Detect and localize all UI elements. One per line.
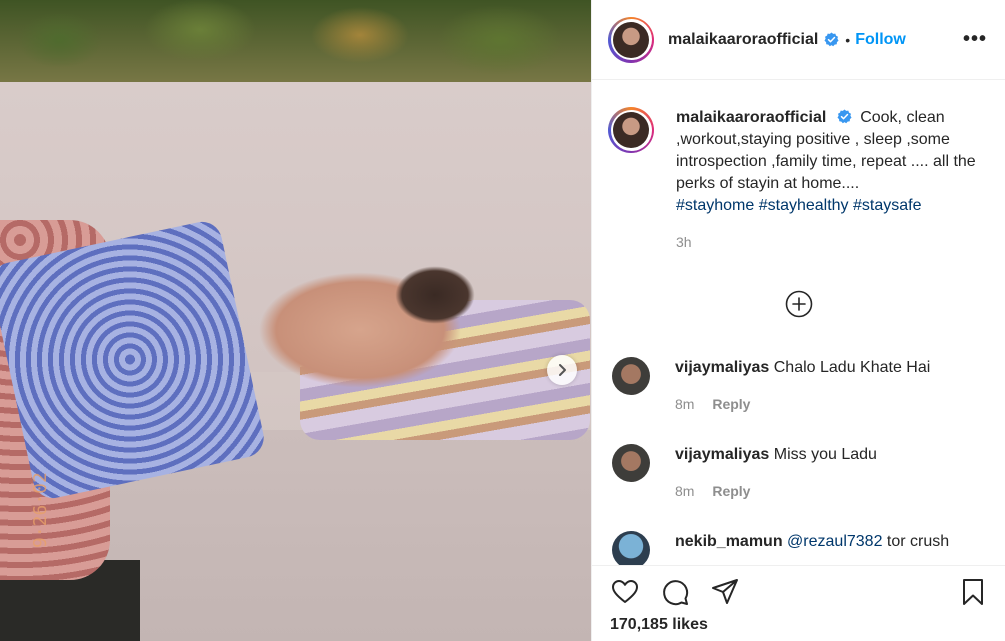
- photo-background-foliage: [0, 0, 591, 90]
- comment-text: Chalo Ladu Khate Hai: [773, 359, 931, 376]
- add-circle-icon[interactable]: [785, 290, 813, 318]
- comment-timestamp: 8m: [675, 483, 695, 499]
- post-photo[interactable]: 9·26·02: [0, 0, 591, 641]
- post-actions-bar: 170,185 likes: [592, 565, 1005, 641]
- comment-mention[interactable]: @rezaul7382: [787, 533, 882, 550]
- post-header: malaikaaroraofficial • Follow •••: [592, 0, 1005, 80]
- verified-badge-icon: [837, 109, 852, 124]
- caption-author-avatar[interactable]: [608, 107, 654, 153]
- commenter-avatar[interactable]: [612, 531, 650, 565]
- header-separator: •: [845, 31, 851, 48]
- carousel-next-button[interactable]: [547, 355, 577, 385]
- commenter-username[interactable]: nekib_mamun: [675, 533, 783, 550]
- caption-text-block: malaikaaroraofficial Cook, clean ,workou…: [676, 107, 990, 253]
- commenter-username[interactable]: vijaymaliyas: [675, 446, 769, 463]
- photo-date-stamp: 9·26·02: [30, 472, 51, 548]
- comment-icon[interactable]: [660, 577, 690, 607]
- bookmark-icon[interactable]: [958, 577, 988, 607]
- reply-button[interactable]: Reply: [712, 396, 750, 412]
- commenter-username[interactable]: vijaymaliyas: [675, 359, 769, 376]
- comment-item: vijaymaliyas Chalo Ladu Khate Hai 8m Rep…: [608, 357, 930, 415]
- caption-timestamp[interactable]: 3h: [676, 231, 990, 253]
- share-icon[interactable]: [710, 577, 740, 607]
- follow-button[interactable]: Follow: [855, 31, 906, 49]
- caption-username[interactable]: malaikaaroraofficial: [676, 109, 826, 126]
- comment-item: nekib_mamun @rezaul7382 tor crush: [608, 531, 949, 565]
- chevron-right-icon: [559, 364, 566, 376]
- comment-text: tor crush: [886, 533, 950, 550]
- comment-item: vijaymaliyas Miss you Ladu 8m Reply: [608, 444, 877, 502]
- hashtag-link[interactable]: #stayhome: [676, 197, 754, 214]
- photo-hair: [380, 255, 490, 335]
- author-username[interactable]: malaikaaroraofficial: [668, 31, 818, 49]
- post-details-panel: malaikaaroraofficial • Follow ••• malaik…: [591, 0, 1005, 641]
- post-caption: malaikaaroraofficial Cook, clean ,workou…: [592, 81, 1005, 253]
- commenter-avatar[interactable]: [612, 444, 650, 482]
- like-count[interactable]: 170,185 likes: [592, 610, 1005, 634]
- author-avatar[interactable]: [608, 16, 654, 63]
- heart-icon[interactable]: [610, 577, 640, 607]
- comment-text: Miss you Ladu: [773, 446, 877, 463]
- hashtag-link[interactable]: #staysafe: [853, 197, 921, 214]
- comments-list[interactable]: malaikaaroraofficial Cook, clean ,workou…: [592, 81, 1005, 565]
- reply-button[interactable]: Reply: [712, 483, 750, 499]
- comment-timestamp: 8m: [675, 396, 695, 412]
- commenter-avatar[interactable]: [612, 357, 650, 395]
- verified-badge-icon: [824, 32, 839, 47]
- more-options-icon[interactable]: •••: [963, 28, 989, 51]
- hashtag-link[interactable]: #stayhealthy: [759, 197, 849, 214]
